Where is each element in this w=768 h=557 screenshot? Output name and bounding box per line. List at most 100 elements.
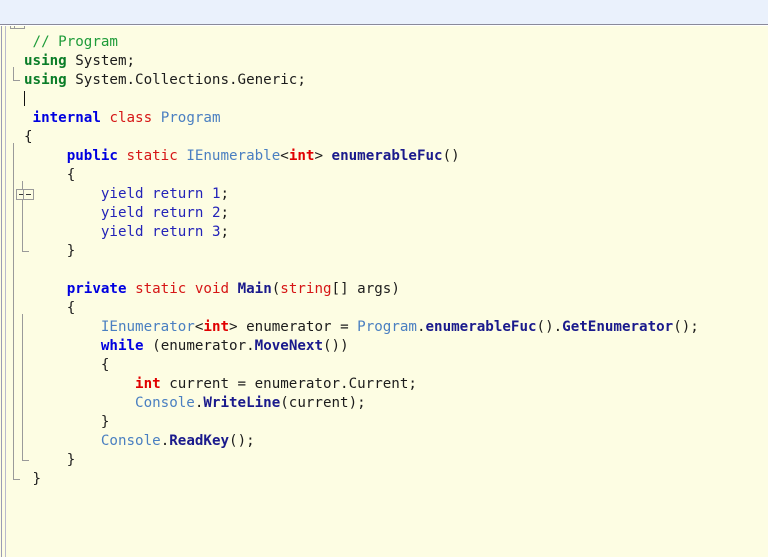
code-token-type: Console: [100, 433, 161, 449]
code-line[interactable]: }: [24, 413, 768, 432]
code-token-plain: (: [271, 281, 281, 297]
code-token-plain: }: [32, 414, 110, 430]
code-text-area[interactable]: // Program using System; using System.Coll…: [24, 26, 768, 489]
code-line[interactable]: internal class Program: [24, 109, 768, 128]
code-token-kw2: string: [280, 281, 332, 297]
code-token-plain: >: [314, 148, 332, 164]
code-line[interactable]: using System.Collections.Generic;: [24, 71, 768, 90]
code-token-type: Program: [357, 319, 417, 335]
code-line[interactable]: using System;: [24, 52, 768, 71]
code-token-comment: // Program: [32, 34, 118, 50]
code-token-int: int: [203, 319, 230, 335]
code-editor-surface[interactable]: // Program using System; using System.Coll…: [0, 26, 768, 557]
code-token-plain: [] args): [331, 281, 400, 297]
code-line[interactable]: [24, 261, 768, 280]
code-token-plain: ;: [220, 224, 230, 240]
indicator-margin-rule: [1, 26, 2, 557]
selection-margin-rule: [5, 26, 6, 557]
code-token-plain: ();: [673, 319, 699, 335]
fold-region-end-elbow: [13, 479, 20, 480]
code-token-plain: ().: [536, 319, 563, 335]
code-line[interactable]: [24, 90, 768, 109]
code-token-using: using: [24, 53, 67, 69]
fold-toggle-minus-icon[interactable]: [23, 189, 34, 200]
code-line[interactable]: Console.WriteLine(current);: [24, 394, 768, 413]
fold-region-end-elbow: [22, 460, 29, 461]
editor-top-bar: [0, 0, 768, 25]
code-token-method: enumerableFuc: [425, 319, 537, 335]
code-line[interactable]: {: [24, 128, 768, 147]
code-token-plain: (): [442, 148, 460, 164]
fold-toggle-minus-icon[interactable]: [14, 26, 25, 29]
code-token-plain: ();: [229, 433, 255, 449]
code-token-int: int: [288, 148, 315, 164]
code-line[interactable]: }: [24, 470, 768, 489]
code-token-type: IEnumerator: [100, 319, 195, 335]
text-caret: [24, 91, 25, 106]
code-line[interactable]: // Program: [24, 33, 768, 52]
code-token-using: using: [24, 72, 67, 88]
code-token-plain: .: [160, 433, 170, 449]
code-line[interactable]: private static void Main(string[] args): [24, 280, 768, 299]
code-token-method: enumerableFuc: [331, 148, 443, 164]
code-token-plain: <: [280, 148, 289, 164]
code-line[interactable]: IEnumerator<int> enumerator = Program.en…: [24, 318, 768, 337]
code-line[interactable]: yield return 1;: [24, 185, 768, 204]
code-token-method: ReadKey: [169, 433, 230, 449]
fold-region-line: [13, 67, 14, 80]
code-token-kw: internal: [32, 110, 101, 126]
code-line[interactable]: int current = enumerator.Current;: [24, 375, 768, 394]
code-line[interactable]: {: [24, 166, 768, 185]
code-token-plain: {: [32, 167, 76, 183]
code-token-plain: ()): [323, 338, 349, 354]
code-token-plain: ;: [220, 205, 230, 221]
code-token-plain: {: [32, 357, 110, 373]
code-token-yield: yield return: [100, 186, 204, 202]
code-token-kw: public: [66, 148, 118, 164]
code-token-kw: private: [66, 281, 127, 297]
code-token-kw2: class: [109, 110, 153, 126]
code-token-plain: (current);: [280, 395, 366, 411]
code-token-plain: }: [32, 471, 42, 487]
code-token-plain: }: [32, 452, 76, 468]
code-token-kw2: void: [194, 281, 230, 297]
code-line[interactable]: yield return 2;: [24, 204, 768, 223]
code-line[interactable]: Console.ReadKey();: [24, 432, 768, 451]
code-token-kw2: static: [135, 281, 187, 297]
code-line[interactable]: yield return 3;: [24, 223, 768, 242]
code-line[interactable]: public static IEnumerable<int> enumerabl…: [24, 147, 768, 166]
code-token-kw: while: [100, 338, 144, 354]
code-line[interactable]: while (enumerator.MoveNext()): [24, 337, 768, 356]
code-line[interactable]: {: [24, 356, 768, 375]
fold-region-end-elbow: [13, 80, 20, 81]
code-line[interactable]: }: [24, 451, 768, 470]
code-line[interactable]: {: [24, 299, 768, 318]
code-token-type: Program: [160, 110, 221, 126]
code-line[interactable]: }: [24, 242, 768, 261]
code-token-method: Main: [237, 281, 272, 297]
code-token-plain: ;: [220, 186, 230, 202]
